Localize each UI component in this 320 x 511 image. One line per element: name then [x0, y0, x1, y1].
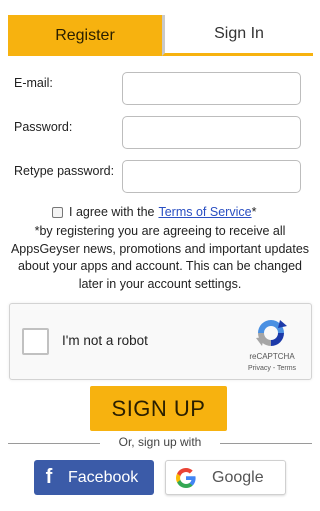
email-row: E-mail:: [14, 72, 301, 106]
password-label: Password:: [14, 120, 73, 134]
email-label: E-mail:: [14, 76, 53, 90]
password-field[interactable]: [122, 116, 301, 149]
divider-line-right: [220, 443, 312, 444]
divider-line-left: [8, 443, 100, 444]
recaptcha-brand: reCAPTCHA: [249, 352, 295, 361]
sign-up-button[interactable]: SIGN UP: [90, 386, 227, 431]
recaptcha-widget: I'm not a robot reCAPTCHA Privacy - Term…: [9, 303, 312, 380]
retype-password-label: Retype password:: [14, 164, 115, 178]
divider-text: Or, sign up with: [118, 435, 202, 449]
terms-of-service-link[interactable]: Terms of Service: [158, 205, 251, 219]
recaptcha-logo-icon: [256, 320, 287, 346]
terms-checkbox[interactable]: [52, 206, 63, 218]
retype-password-row: Retype password:: [14, 160, 301, 194]
facebook-logo-icon: f: [45, 466, 53, 488]
retype-password-field[interactable]: [122, 160, 301, 193]
tab-sign-in[interactable]: Sign In: [162, 15, 313, 56]
google-signup-button[interactable]: Google: [165, 460, 286, 495]
terms-text: I agree with the: [69, 205, 155, 219]
password-row: Password:: [14, 116, 301, 150]
terms-agreement: I agree with the Terms of Service *: [52, 203, 256, 221]
google-label: Google: [212, 468, 264, 486]
terms-asterisk: *: [251, 205, 257, 219]
recaptcha-label: I'm not a robot: [62, 333, 148, 348]
registration-disclaimer: *by registering you are agreeing to rece…: [10, 224, 310, 291]
recaptcha-privacy-terms[interactable]: Privacy - Terms: [242, 365, 302, 372]
facebook-signup-button[interactable]: f Facebook: [34, 460, 154, 495]
tab-register[interactable]: Register: [8, 15, 162, 56]
email-field[interactable]: [122, 72, 301, 105]
auth-tabs: Register Sign In: [8, 15, 313, 56]
facebook-label: Facebook: [68, 468, 139, 486]
recaptcha-checkbox[interactable]: [22, 328, 49, 355]
social-divider: Or, sign up with: [8, 435, 312, 451]
google-logo-icon: [176, 467, 196, 488]
